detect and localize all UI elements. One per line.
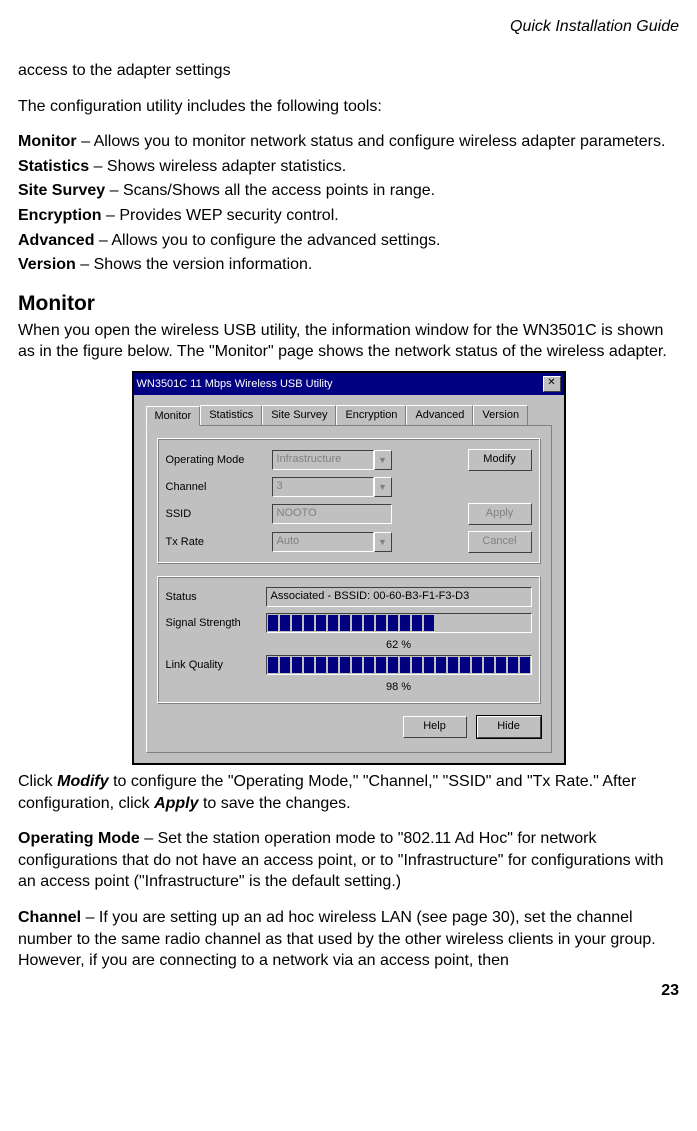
tab-site-survey[interactable]: Site Survey — [262, 405, 336, 425]
channel-label: Channel — [18, 909, 81, 926]
close-icon[interactable]: ✕ — [543, 376, 561, 392]
channel-value: 3 — [272, 477, 374, 497]
utility-dialog: WN3501C 11 Mbps Wireless USB Utility ✕ M… — [132, 371, 566, 765]
text: Click — [18, 773, 57, 790]
channel-select[interactable]: 3 ▼ — [272, 477, 392, 497]
tab-monitor[interactable]: Monitor — [146, 406, 201, 426]
label-link-quality: Link Quality — [166, 659, 266, 671]
feature-encryption-desc: – Provides WEP security control. — [102, 207, 339, 224]
label-status: Status — [166, 591, 266, 603]
modify-button[interactable]: Modify — [468, 449, 532, 471]
status-value: Associated - BSSID: 00-60-B3-F1-F3-D3 — [266, 587, 532, 607]
dialog-title: WN3501C 11 Mbps Wireless USB Utility — [137, 378, 333, 390]
help-button[interactable]: Help — [403, 716, 467, 738]
status-group: Status Associated - BSSID: 00-60-B3-F1-F… — [157, 576, 541, 704]
apply-button[interactable]: Apply — [468, 503, 532, 525]
chevron-down-icon[interactable]: ▼ — [374, 477, 392, 497]
apply-em: Apply — [154, 795, 198, 812]
signal-strength-bar — [266, 613, 532, 633]
operating-mode-value: Infrastructure — [272, 450, 374, 470]
tab-encryption[interactable]: Encryption — [336, 405, 406, 425]
feature-encryption: Encryption – Provides WEP security contr… — [18, 205, 679, 227]
label-operating-mode: Operating Mode — [166, 454, 266, 466]
feature-statistics-desc: – Shows wireless adapter statistics. — [89, 158, 346, 175]
operating-mode-label: Operating Mode — [18, 830, 140, 847]
operating-mode-select[interactable]: Infrastructure ▼ — [272, 450, 392, 470]
tools-intro: The configuration utility includes the f… — [18, 96, 679, 118]
link-quality-bar — [266, 655, 532, 675]
cancel-button[interactable]: Cancel — [468, 531, 532, 553]
tabstrip: Monitor Statistics Site Survey Encryptio… — [146, 405, 552, 426]
feature-site-survey-desc: – Scans/Shows all the access points in r… — [105, 182, 435, 199]
feature-version-name: Version — [18, 256, 76, 273]
feature-advanced-desc: – Allows you to configure the advanced s… — [94, 232, 440, 249]
titlebar[interactable]: WN3501C 11 Mbps Wireless USB Utility ✕ — [134, 373, 564, 395]
feature-advanced-name: Advanced — [18, 232, 94, 249]
link-quality-percent: 98 % — [266, 681, 532, 693]
label-ssid: SSID — [166, 508, 266, 520]
tx-rate-value: Auto — [272, 532, 374, 552]
page-header: Quick Installation Guide — [18, 18, 679, 36]
ssid-input[interactable]: NOOTO — [272, 504, 392, 524]
tx-rate-select[interactable]: Auto ▼ — [272, 532, 392, 552]
feature-monitor-desc: – Allows you to monitor network status a… — [77, 133, 666, 150]
hide-button[interactable]: Hide — [477, 716, 541, 738]
tab-version[interactable]: Version — [473, 405, 528, 425]
page-number: 23 — [18, 982, 679, 1000]
feature-advanced: Advanced – Allows you to configure the a… — [18, 230, 679, 252]
feature-monitor-name: Monitor — [18, 133, 77, 150]
after-dialog-p1: Click Modify to configure the "Operating… — [18, 771, 679, 814]
feature-site-survey: Site Survey – Scans/Shows all the access… — [18, 180, 679, 202]
feature-encryption-name: Encryption — [18, 207, 102, 224]
tab-panel-monitor: Operating Mode Infrastructure ▼ Modify C… — [146, 426, 552, 753]
modify-em: Modify — [57, 773, 109, 790]
channel-para: Channel – If you are setting up an ad ho… — [18, 907, 679, 972]
feature-site-survey-name: Site Survey — [18, 182, 105, 199]
monitor-heading: Monitor — [18, 292, 679, 316]
intro-fragment: access to the adapter settings — [18, 60, 679, 82]
feature-version: Version – Shows the version information. — [18, 254, 679, 276]
feature-monitor: Monitor – Allows you to monitor network … — [18, 131, 679, 153]
feature-statistics: Statistics – Shows wireless adapter stat… — [18, 156, 679, 178]
tab-advanced[interactable]: Advanced — [406, 405, 473, 425]
feature-version-desc: – Shows the version information. — [76, 256, 313, 273]
chevron-down-icon[interactable]: ▼ — [374, 450, 392, 470]
label-tx-rate: Tx Rate — [166, 536, 266, 548]
ssid-value: NOOTO — [272, 504, 392, 524]
operating-mode-para: Operating Mode – Set the station operati… — [18, 828, 679, 893]
chevron-down-icon[interactable]: ▼ — [374, 532, 392, 552]
text: to save the changes. — [199, 795, 351, 812]
signal-strength-percent: 62 % — [266, 639, 532, 651]
label-signal-strength: Signal Strength — [166, 617, 266, 629]
label-channel: Channel — [166, 481, 266, 493]
monitor-paragraph: When you open the wireless USB utility, … — [18, 320, 679, 363]
settings-group: Operating Mode Infrastructure ▼ Modify C… — [157, 438, 541, 564]
channel-text: – If you are setting up an ad hoc wirele… — [18, 909, 656, 969]
feature-statistics-name: Statistics — [18, 158, 89, 175]
tab-statistics[interactable]: Statistics — [200, 405, 262, 425]
